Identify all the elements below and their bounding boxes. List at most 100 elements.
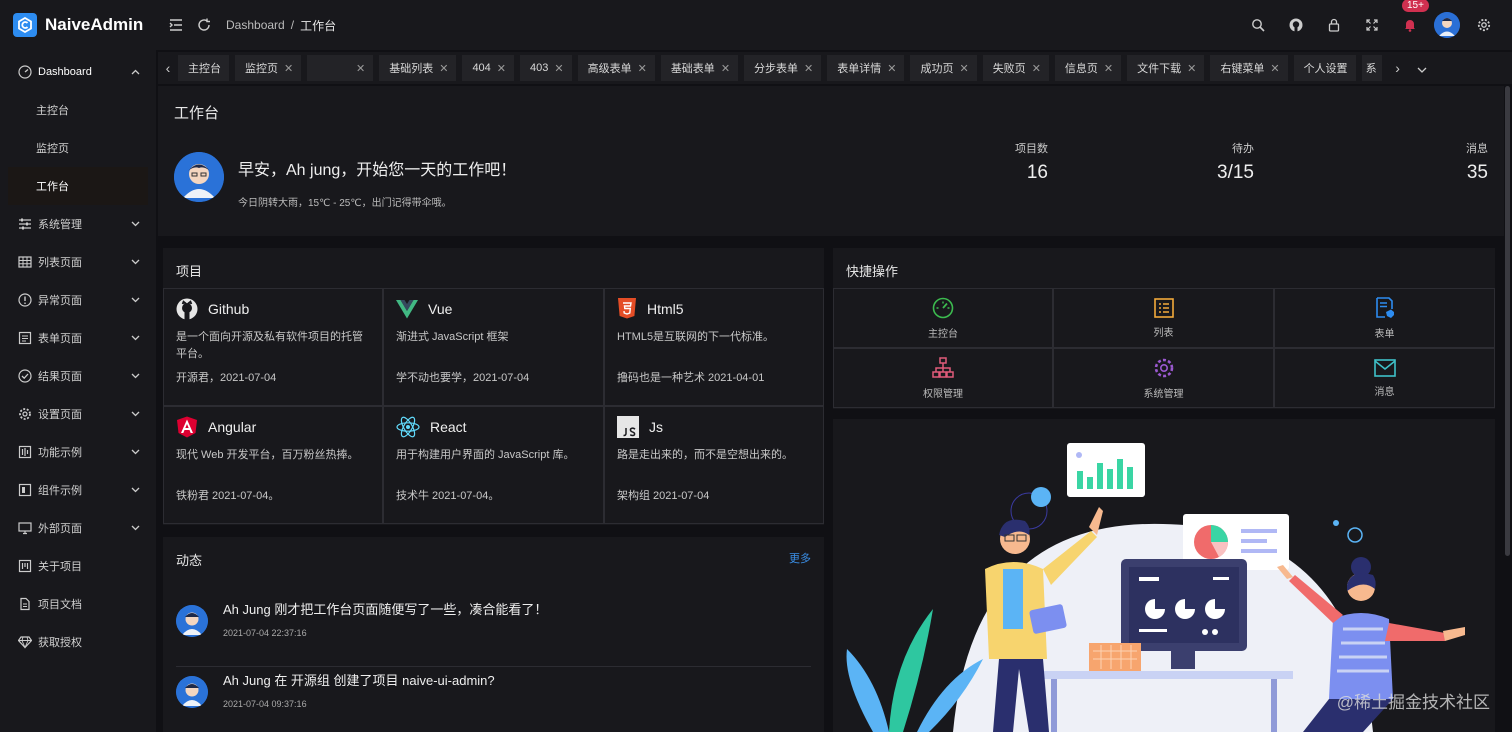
project-react[interactable]: React 用于构建用户界面的 JavaScript 库。 技术牛 2021-0… (383, 406, 604, 524)
stat-value: 35 (1466, 162, 1488, 183)
quick-permission[interactable]: 权限管理 (833, 348, 1053, 408)
divider (176, 666, 811, 667)
tab-step-form[interactable]: 分步表单 ✕ (744, 55, 822, 81)
quick-system[interactable]: 系统管理 (1053, 348, 1274, 408)
sidebar-item-exception[interactable]: 异常页面 (0, 281, 156, 319)
sidebar-sub-workbench[interactable]: 工作台 (8, 167, 148, 205)
chevron-down-icon (131, 522, 140, 534)
tab-label: 基础表单 (670, 63, 715, 75)
sidebar-item-docs[interactable]: 项目文档 (0, 585, 156, 623)
sidebar-item-result[interactable]: 结果页面 (0, 357, 156, 395)
tab-403[interactable]: 403 ✕ (520, 55, 572, 81)
sidebar-item-list[interactable]: 列表页面 (0, 243, 156, 281)
quick-list[interactable]: 列表 (1053, 288, 1274, 348)
user-avatar[interactable] (1434, 12, 1460, 38)
sidebar-item-settings[interactable]: 设置页面 (0, 395, 156, 433)
tab-label: 右键菜单 (1220, 63, 1265, 75)
sidebar-item-external[interactable]: 外部页面 (0, 509, 156, 547)
notification-bell[interactable]: 15+ (1396, 0, 1429, 39)
sidebar-item-form[interactable]: 表单页面 (0, 319, 156, 357)
tab-info[interactable]: 信息页 ✕ (1054, 55, 1122, 81)
tab-blank[interactable]: ✕ (307, 55, 374, 81)
lock-icon[interactable] (1320, 11, 1348, 39)
close-icon[interactable]: ✕ (356, 62, 365, 75)
tab-profile[interactable]: 个人设置 (1293, 55, 1356, 81)
sidebar-sub-console[interactable]: 主控台 (0, 91, 156, 129)
search-icon[interactable] (1244, 11, 1272, 39)
sidebar-item-license[interactable]: 获取授权 (0, 623, 156, 661)
close-icon[interactable]: ✕ (554, 62, 563, 75)
tab-basic-list[interactable]: 基础列表 ✕ (379, 55, 457, 81)
feature-icon (18, 445, 32, 459)
sidebar-item-features[interactable]: 功能示例 (0, 433, 156, 471)
page-title: 工作台 (174, 105, 220, 122)
project-github[interactable]: Github 是一个面向开源及私有软件项目的托管平台。 开源君，2021-07-… (163, 288, 383, 406)
fullscreen-icon[interactable] (1358, 11, 1386, 39)
component-icon (18, 483, 32, 497)
sidebar-item-components[interactable]: 组件示例 (0, 471, 156, 509)
quick-form[interactable]: 表单 (1274, 288, 1495, 348)
tab-404[interactable]: 404 ✕ (462, 55, 515, 81)
chevron-down-icon (131, 332, 140, 344)
quick-actions-card: 快捷操作 主控台 列表 表单 权限管理 系统管理 消息 (833, 248, 1495, 409)
close-icon[interactable]: ✕ (638, 62, 647, 75)
project-desc: 用于构建用户界面的 JavaScript 库。 (396, 449, 575, 461)
app-logo[interactable]: NaiveAdmin (0, 0, 156, 50)
project-html5[interactable]: Html5 HTML5是互联网的下一代标准。 撸码也是一种艺术 2021-04-… (604, 288, 824, 406)
project-desc: 渐进式 JavaScript 框架 (396, 331, 509, 343)
quick-console[interactable]: 主控台 (833, 288, 1053, 348)
tab-monitor[interactable]: 监控页 ✕ (235, 55, 302, 81)
project-foot: 开源君，2021-07-04 (176, 372, 277, 384)
sidebar-item-label: 外部页面 (38, 523, 82, 535)
tabs-scroll-left[interactable]: ‹ (158, 60, 178, 76)
close-icon[interactable]: ✕ (721, 62, 730, 75)
breadcrumb-root[interactable]: Dashboard (226, 18, 285, 32)
tab-basic-form[interactable]: 基础表单 ✕ (660, 55, 739, 81)
settings-icon[interactable] (1470, 11, 1498, 39)
close-icon[interactable]: ✕ (439, 62, 448, 75)
menu-fold-icon[interactable] (162, 11, 190, 39)
quick-label: 列表 (1153, 327, 1174, 339)
more-link[interactable]: 更多 (789, 550, 811, 566)
refresh-icon[interactable] (190, 11, 218, 39)
tab-label: 成功页 (920, 63, 954, 75)
close-icon[interactable]: ✕ (1104, 62, 1113, 75)
tabs-dropdown-icon[interactable] (1412, 60, 1432, 76)
tab-success[interactable]: 成功页 ✕ (910, 55, 977, 81)
tab-advanced-form[interactable]: 高级表单 ✕ (577, 55, 655, 81)
tab-label: 403 (530, 62, 549, 74)
breadcrumb: Dashboard / 工作台 (226, 17, 336, 34)
tab-form-detail[interactable]: 表单详情 ✕ (827, 55, 905, 81)
project-angular[interactable]: Angular 现代 Web 开发平台，百万粉丝热捧。 铁粉君 2021-07-… (163, 406, 383, 524)
sidebar-item-about[interactable]: 关于项目 (0, 547, 156, 585)
quick-grid: 主控台 列表 表单 权限管理 系统管理 消息 (833, 288, 1495, 408)
tab-system[interactable]: 系 (1361, 55, 1382, 81)
github-icon[interactable] (1282, 11, 1310, 39)
tab-fail[interactable]: 失败页 ✕ (982, 55, 1049, 81)
warning-circle-icon (18, 293, 32, 307)
sidebar-item-label: 获取授权 (38, 637, 82, 649)
stat-label: 待办 (1232, 143, 1254, 155)
project-vue[interactable]: Vue 渐进式 JavaScript 框架 学不动也要学，2021-07-04 (383, 288, 604, 406)
close-icon[interactable]: ✕ (1187, 62, 1196, 75)
page-scrollbar[interactable] (1505, 86, 1510, 556)
close-icon[interactable]: ✕ (959, 62, 968, 75)
sidebar-sub-monitor[interactable]: 监控页 (0, 129, 156, 167)
gear-icon (19, 408, 31, 420)
close-icon[interactable]: ✕ (804, 62, 813, 75)
tab-context-menu[interactable]: 右键菜单 ✕ (1210, 55, 1288, 81)
close-icon[interactable]: ✕ (887, 62, 896, 75)
close-icon[interactable]: ✕ (1032, 62, 1041, 75)
sidebar-item-dashboard[interactable]: Dashboard (0, 53, 156, 91)
close-icon[interactable]: ✕ (284, 62, 293, 75)
workbench-header-card: 工作台 早安，Ah jung，开始您一天的工作吧！ 今日阴转大雨，15℃ - 2… (158, 86, 1504, 236)
breadcrumb-current: 工作台 (300, 18, 337, 33)
tab-download[interactable]: 文件下载 ✕ (1127, 55, 1205, 81)
tab-console[interactable]: 主控台 (178, 55, 229, 81)
sidebar-item-system[interactable]: 系统管理 (0, 205, 156, 243)
close-icon[interactable]: ✕ (1270, 62, 1279, 75)
quick-message[interactable]: 消息 (1274, 348, 1495, 408)
project-js[interactable]: Js 路是走出来的，而不是空想出来的。 架构组 2021-07-04 (604, 406, 824, 524)
close-icon[interactable]: ✕ (497, 62, 506, 75)
tabs-scroll-right[interactable]: › (1388, 60, 1408, 76)
